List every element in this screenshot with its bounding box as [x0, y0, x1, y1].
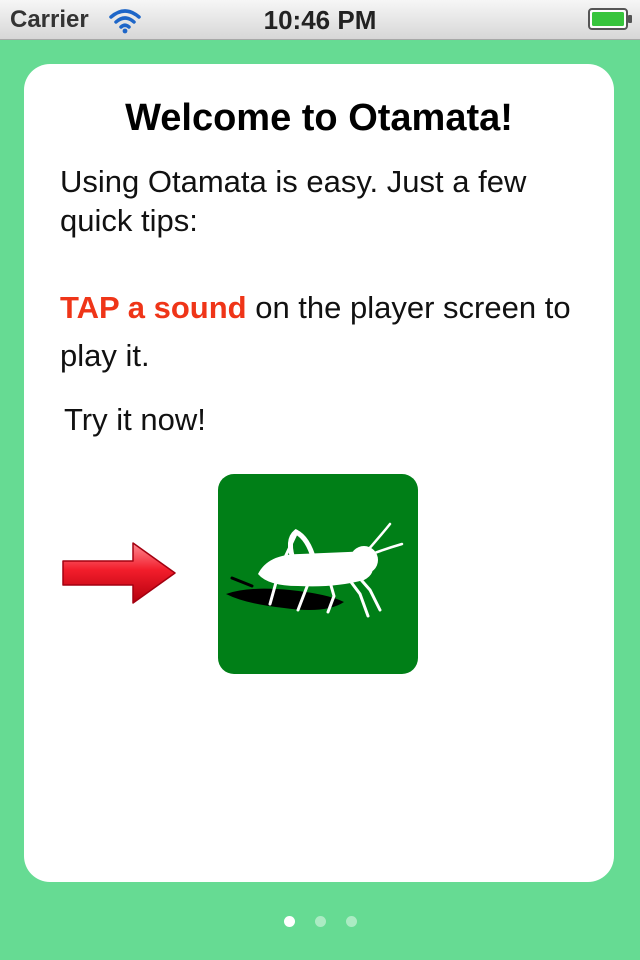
status-time: 10:46 PM [263, 5, 377, 35]
page-dot-2[interactable] [314, 916, 326, 927]
intro-text: Using Otamata is easy. Just a few quick … [60, 164, 527, 238]
status-bar: Carrier 10:46 PM [0, 0, 640, 40]
welcome-card: Welcome to Otamata! Using Otamata is eas… [24, 64, 614, 882]
page-dot-3[interactable] [345, 916, 357, 927]
sample-sound-button[interactable] [218, 474, 418, 674]
red-arrow-right-icon [62, 542, 176, 604]
try-now-text: Try it now! [64, 402, 206, 437]
welcome-title: Welcome to Otamata! [125, 97, 513, 139]
battery-icon [588, 8, 632, 30]
grasshopper-icon [226, 522, 404, 618]
tap-tip-highlight: TAP a sound [60, 290, 247, 325]
page-dot-1[interactable] [283, 916, 295, 927]
page-control[interactable] [0, 916, 640, 932]
tap-tip: TAP a sound on the player screen to play… [60, 284, 600, 380]
